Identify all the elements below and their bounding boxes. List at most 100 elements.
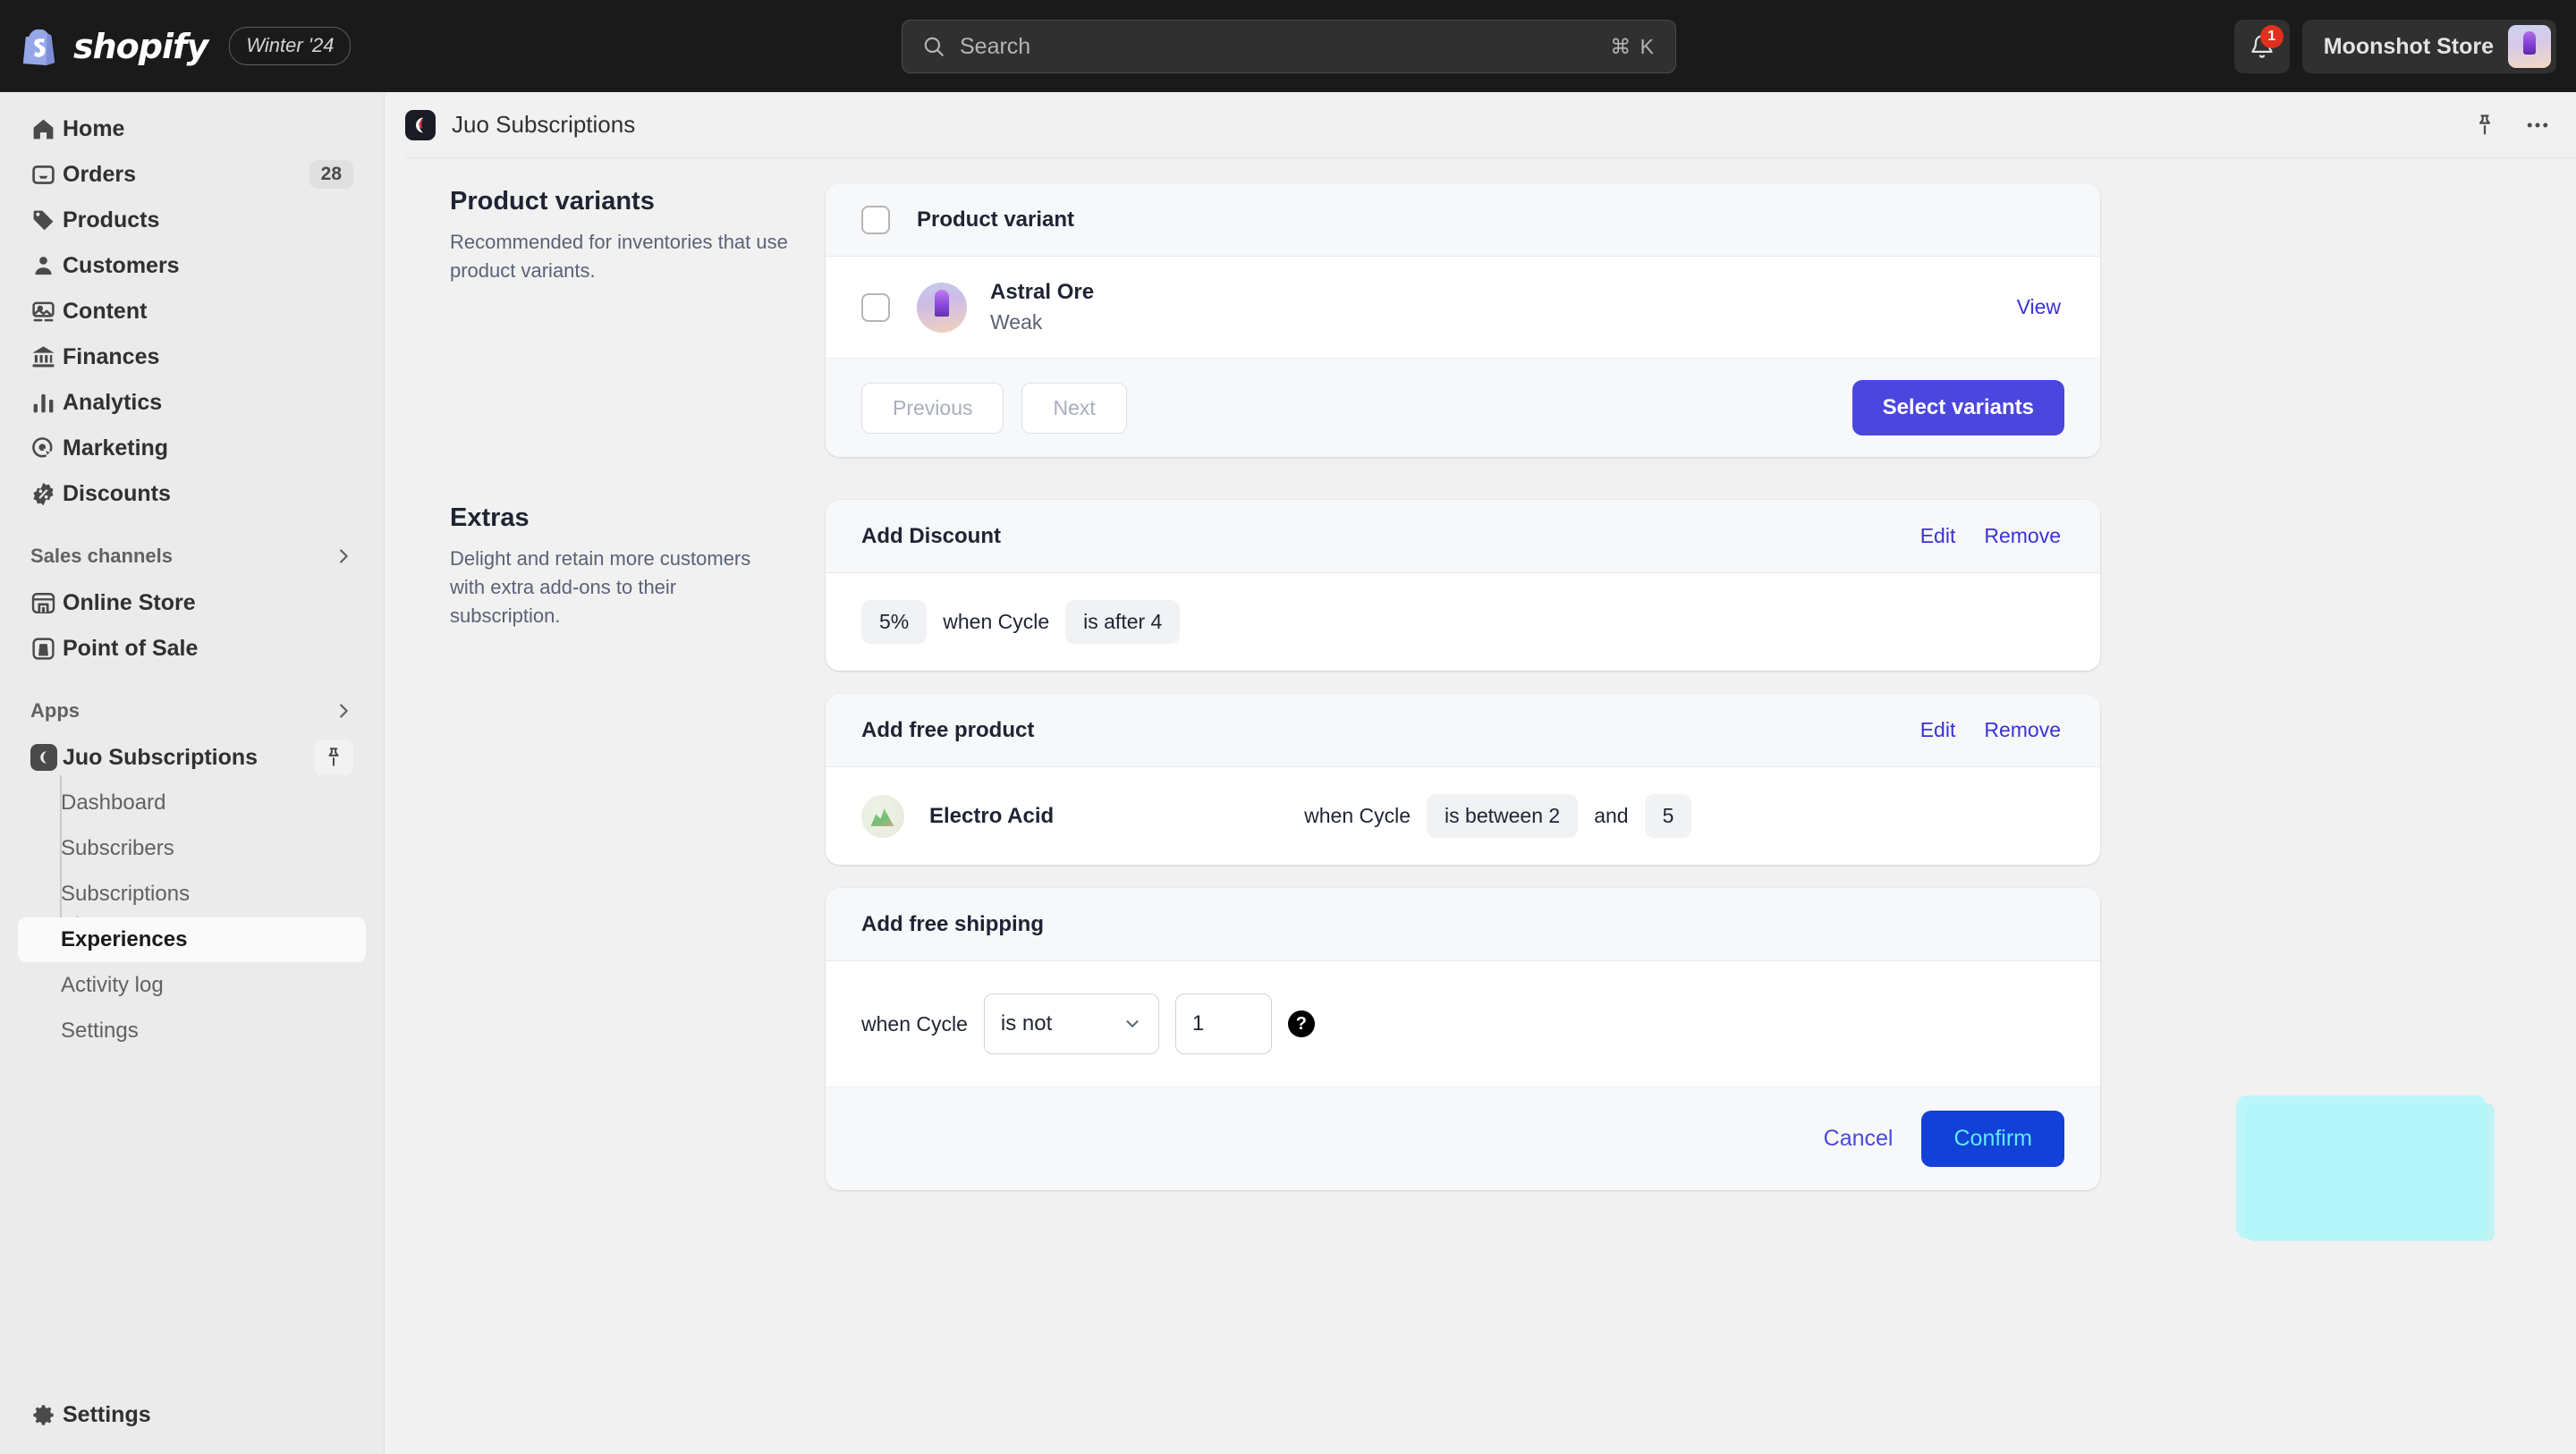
sidebar-item-finances[interactable]: Finances [18, 334, 366, 379]
previous-button[interactable]: Previous [861, 382, 1004, 434]
notifications-button[interactable]: 1 [2233, 20, 2290, 73]
search-icon [924, 37, 944, 56]
gear-icon [30, 1402, 63, 1428]
select-all-checkbox[interactable] [861, 205, 890, 234]
customers-person-icon [30, 253, 63, 279]
sidebar: Home Orders 28 Products Customers Conten… [0, 92, 385, 1454]
sidebar-item-label: Home [63, 115, 125, 141]
select-variants-button[interactable]: Select variants [1852, 380, 2064, 435]
shopify-logo-icon [22, 29, 55, 65]
column-header-product-variant: Product variant [917, 207, 1075, 232]
sidebar-group-sales-channels[interactable]: Sales channels [18, 536, 366, 577]
product-variant-card: Product variant Astral Ore Weak View Pre… [826, 183, 2100, 457]
search-container[interactable]: Search ⌘ K [902, 20, 1676, 73]
add-free-shipping-card: Add free shipping when Cycle is not ? Ca… [826, 888, 2100, 1190]
app-header-actions [2472, 112, 2551, 139]
edit-link[interactable]: Edit [1920, 524, 1956, 548]
sidebar-subitem-label: Experiences [61, 927, 188, 951]
sidebar-subitem-experiences[interactable]: Experiences [18, 917, 366, 962]
ellipsis-glyph-icon [2527, 123, 2548, 127]
sidebar-subitem-subscriptions[interactable]: Subscriptions [18, 872, 366, 917]
sidebar-item-settings[interactable]: Settings [18, 1392, 366, 1437]
free-product-rule-row: Electro Acid when Cycle is between 2 and… [826, 767, 2100, 865]
avatar [2508, 25, 2551, 68]
sidebar-item-analytics[interactable]: Analytics [18, 380, 366, 425]
free-shipping-when-label: when Cycle [861, 1011, 968, 1036]
pin-icon[interactable] [314, 740, 353, 775]
more-horizontal-icon[interactable] [2524, 112, 2551, 139]
next-button[interactable]: Next [1021, 382, 1127, 434]
sidebar-group-label: Apps [30, 699, 80, 722]
section-product-variants-intro: Product variants Recommended for invento… [450, 183, 826, 285]
sidebar-item-customers[interactable]: Customers [18, 243, 366, 288]
sidebar-item-label: Content [63, 298, 148, 324]
sidebar-subitem-activity-log[interactable]: Activity log [18, 963, 366, 1008]
free-product-when-label: when Cycle [1304, 804, 1411, 827]
analytics-bars-icon [30, 390, 63, 416]
finances-bank-icon [30, 344, 63, 370]
sidebar-subitem-label: Settings [61, 1019, 139, 1043]
free-product-range-pill: is between 2 [1427, 794, 1579, 838]
sidebar-item-point-of-sale[interactable]: $ Point of Sale [18, 626, 366, 671]
page-content: Product variants Recommended for invento… [386, 158, 2576, 1190]
product-variant-table-header: Product variant [826, 183, 2100, 257]
section-title: Extras [450, 503, 530, 532]
remove-link[interactable]: Remove [1984, 718, 2061, 742]
search-input[interactable]: Search ⌘ K [902, 20, 1676, 73]
store-switcher-button[interactable]: Moonshot Store [2301, 20, 2556, 73]
sidebar-group-apps[interactable]: Apps [18, 690, 366, 731]
sidebar-item-orders[interactable]: Orders 28 [18, 152, 366, 197]
free-shipping-operator-select[interactable]: is not [983, 993, 1159, 1054]
row-select-checkbox[interactable] [861, 292, 890, 322]
sidebar-item-label: Discounts [63, 480, 171, 506]
store-name: Moonshot Store [2323, 33, 2494, 59]
sidebar-item-products[interactable]: Products [18, 198, 366, 242]
table-row: Astral Ore Weak View [826, 257, 2100, 358]
free-product-and-label: and [1594, 804, 1629, 827]
online-store-icon [30, 590, 63, 616]
shopify-brand[interactable]: shopify Winter '24 [21, 27, 352, 66]
sidebar-item-label: Juo Subscriptions [63, 744, 258, 770]
app-header: Juo Subscriptions [386, 92, 2576, 157]
sidebar-item-home[interactable]: Home [18, 106, 366, 151]
pin-icon[interactable] [2472, 113, 2497, 138]
pin-glyph-icon [2479, 114, 2491, 134]
section-extras-intro: Extras Delight and retain more customers… [450, 500, 826, 630]
sidebar-subitem-label: Activity log [61, 973, 164, 997]
free-shipping-card-footer: Cancel Confirm [826, 1086, 2100, 1190]
sidebar-item-marketing[interactable]: Marketing [18, 426, 366, 470]
sidebar-group-label: Sales channels [30, 545, 173, 567]
variant-subtitle: Weak [990, 310, 1043, 334]
sidebar-item-discounts[interactable]: Discounts [18, 471, 366, 516]
main-content: Juo Subscriptions Product variants Recom… [386, 92, 2576, 1454]
free-shipping-cycle-input[interactable] [1174, 993, 1272, 1054]
edit-link[interactable]: Edit [1920, 718, 1956, 742]
sidebar-subitem-settings[interactable]: Settings [18, 1009, 366, 1053]
add-discount-card-header: Add Discount Edit Remove [826, 500, 2100, 573]
astral-ore-thumb [917, 282, 967, 333]
cancel-button[interactable]: Cancel [1804, 1113, 1913, 1164]
sidebar-subitem-subscribers[interactable]: Subscribers [18, 826, 366, 871]
help-question-icon[interactable]: ? [1287, 1010, 1315, 1037]
sidebar-item-content[interactable]: Content [18, 289, 366, 334]
card-actions: Edit Remove [1920, 718, 2061, 742]
pin-glyph-icon [328, 748, 339, 766]
sidebar-bottom: Settings [0, 1392, 384, 1438]
sidebar-subitem-dashboard[interactable]: Dashboard [18, 781, 366, 825]
sidebar-item-label: Marketing [63, 435, 169, 461]
view-link[interactable]: View [2017, 295, 2061, 319]
remove-link[interactable]: Remove [1984, 524, 2061, 548]
orders-count-badge: 28 [309, 160, 353, 189]
add-free-shipping-card-header: Add free shipping [826, 888, 2100, 961]
chevron-right-icon [340, 549, 348, 563]
sidebar-item-online-store[interactable]: Online Store [18, 580, 366, 625]
sidebar-item-label: Analytics [63, 389, 163, 415]
product-variant-card-footer: Previous Next Select variants [826, 358, 2100, 457]
confirm-button[interactable]: Confirm [1921, 1111, 2064, 1167]
free-product-conditions: when Cycle is between 2 and 5 [1304, 794, 1692, 838]
sidebar-item-juo-subscriptions[interactable]: Juo Subscriptions [18, 735, 366, 780]
section-title: Product variants [450, 187, 655, 216]
section-extras: Extras Delight and retain more customers… [386, 500, 2576, 1190]
card-title: Add free shipping [861, 911, 1044, 936]
free-product-name: Electro Acid [929, 803, 1055, 828]
